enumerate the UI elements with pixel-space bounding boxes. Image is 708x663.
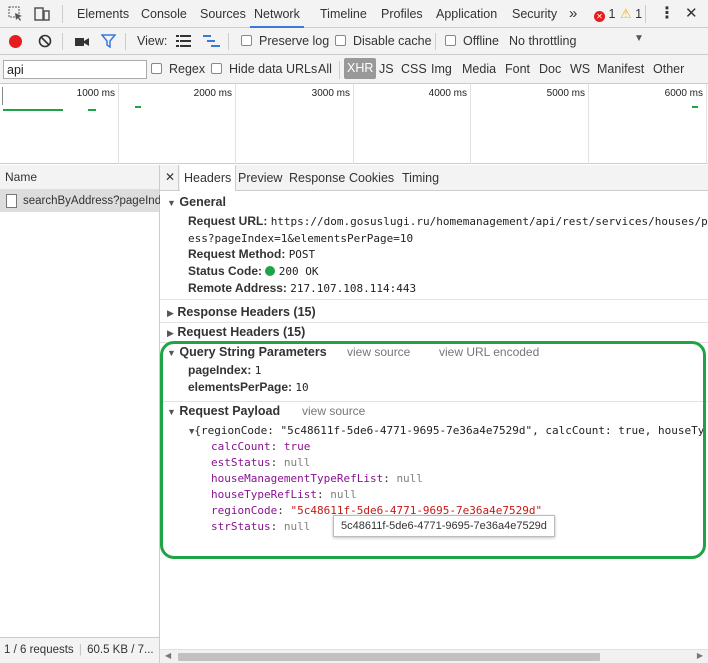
throttling-select[interactable]: No throttling <box>509 34 576 48</box>
tab-console[interactable]: Console <box>141 0 187 28</box>
warning-counter[interactable]: ⚠ 1 <box>620 0 642 28</box>
tab-preview[interactable]: Preview <box>238 165 282 191</box>
tab-headers[interactable]: Headers <box>180 165 237 191</box>
close-devtools-icon[interactable]: ✕ <box>685 0 698 28</box>
type-filter-css[interactable]: CSS <box>401 62 427 76</box>
warning-count: 1 <box>635 7 643 21</box>
close-details-icon[interactable]: ✕ <box>165 170 175 184</box>
response-headers-section-header[interactable]: ▶ Response Headers (15) <box>167 305 316 319</box>
timeline-tick: 1000 ms <box>76 88 115 99</box>
tab-elements[interactable]: Elements <box>77 0 129 28</box>
regex-checkbox[interactable] <box>151 63 162 74</box>
preserve-log-label[interactable]: Preserve log <box>259 34 329 48</box>
chevron-down-icon[interactable]: ▼ <box>634 33 644 44</box>
tab-security[interactable]: Security <box>512 0 557 28</box>
timeline-bar <box>135 106 141 108</box>
type-filter-doc[interactable]: Doc <box>539 62 561 76</box>
hide-data-urls-label[interactable]: Hide data URLs <box>229 62 317 76</box>
error-icon: ✕ <box>594 11 605 22</box>
filter-icon[interactable] <box>100 34 117 51</box>
type-filter-img[interactable]: Img <box>431 62 452 76</box>
timeline-tick: 3000 ms <box>311 88 350 99</box>
request-details: ✕ Headers Preview Response Cookies Timin… <box>160 165 708 663</box>
status-dot-icon <box>265 266 276 276</box>
request-list: Name searchByAddress?pageInd... 1 / 6 re… <box>0 165 171 663</box>
timeline-tick: 5000 ms <box>546 88 585 99</box>
general-section-header[interactable]: ▼ General <box>167 195 226 209</box>
customize-menu-icon[interactable]: ⋮ <box>659 0 675 28</box>
type-filter-other[interactable]: Other <box>653 62 684 76</box>
large-rows-icon[interactable] <box>176 35 191 50</box>
timeline-start-marker <box>2 87 3 105</box>
transfer-size: 60.5 KB / 7... <box>87 644 154 656</box>
collapsed-triangle-icon: ▶ <box>167 328 174 338</box>
request-url-value: https://dom.gosuslugi.ru/homemanagement/… <box>270 215 708 228</box>
filter-input[interactable] <box>3 60 147 79</box>
collapsed-triangle-icon: ▶ <box>167 308 174 318</box>
type-filter-xhr[interactable]: XHR <box>344 58 377 79</box>
type-filter-ws[interactable]: WS <box>570 62 590 76</box>
scroll-left-icon[interactable]: ◀ <box>165 651 171 660</box>
tab-cookies[interactable]: Cookies <box>349 165 394 191</box>
more-tabs-button[interactable]: » <box>569 0 577 28</box>
view-label: View: <box>137 34 168 48</box>
disable-cache-label[interactable]: Disable cache <box>353 34 432 48</box>
highlight-annotation <box>160 341 706 559</box>
devtools-tab-bar: Elements Console Sources Network Timelin… <box>0 0 708 28</box>
remote-address-row: Remote Address: 217.107.108.114:443 <box>188 281 417 295</box>
document-icon <box>6 194 17 208</box>
disable-cache-checkbox[interactable] <box>335 35 346 46</box>
timeline-tick: 6000 ms <box>664 88 703 99</box>
status-code-row: Status Code: 200 OK <box>188 264 319 278</box>
request-url-continued: ess?pageIndex=1&elementsPerPage=10 <box>188 232 414 245</box>
timeline-bar <box>3 109 63 111</box>
expanded-triangle-icon: ▼ <box>167 198 176 208</box>
request-name: searchByAddress?pageInd... <box>23 195 171 207</box>
scrollbar-thumb[interactable] <box>178 653 600 661</box>
timeline-bar <box>692 106 698 108</box>
request-count: 1 / 6 requests <box>4 644 74 656</box>
type-filter-media[interactable]: Media <box>462 62 496 76</box>
tab-sources[interactable]: Sources <box>200 0 246 28</box>
type-filter-all[interactable]: All <box>318 62 332 76</box>
offline-checkbox[interactable] <box>445 35 456 46</box>
scroll-right-icon[interactable]: ▶ <box>697 651 703 660</box>
device-toolbar-icon[interactable] <box>34 0 50 28</box>
inspect-element-icon[interactable] <box>8 0 24 28</box>
tab-profiles[interactable]: Profiles <box>381 0 423 28</box>
request-url-row: Request URL: https://dom.gosuslugi.ru/ho… <box>188 214 708 228</box>
timeline-tick: 2000 ms <box>193 88 232 99</box>
request-method-row: Request Method: POST <box>188 247 316 261</box>
network-overview[interactable]: 1000 ms 2000 ms 3000 ms 4000 ms 5000 ms … <box>0 84 708 164</box>
request-headers-section-header[interactable]: ▶ Request Headers (15) <box>167 325 305 339</box>
record-icon[interactable] <box>9 35 22 48</box>
name-column-header[interactable]: Name <box>0 165 159 190</box>
request-row[interactable]: searchByAddress?pageInd... <box>0 190 171 212</box>
error-count: 1 <box>608 7 616 21</box>
type-filter-manifest[interactable]: Manifest <box>597 62 644 76</box>
detail-tabs: ✕ Headers Preview Response Cookies Timin… <box>160 165 708 191</box>
tab-application[interactable]: Application <box>436 0 497 28</box>
offline-label[interactable]: Offline <box>463 34 499 48</box>
hide-data-urls-checkbox[interactable] <box>211 63 222 74</box>
timeline-bar <box>88 109 96 111</box>
status-bar: 1 / 6 requests | 60.5 KB / 7... <box>0 637 159 663</box>
tab-timeline[interactable]: Timeline <box>320 0 367 28</box>
type-filter-js[interactable]: JS <box>379 62 394 76</box>
timeline-tick: 4000 ms <box>428 88 467 99</box>
tab-response[interactable]: Response <box>289 165 345 191</box>
network-toolbar: View: Preserve log Disable cache Offline… <box>0 28 708 55</box>
error-counter[interactable]: ✕ 1 <box>594 0 615 28</box>
warning-icon: ⚠ <box>620 6 632 21</box>
filter-bar: Regex Hide data URLs All XHR JS CSS Img … <box>0 55 708 84</box>
clear-icon[interactable] <box>38 34 52 51</box>
capture-screenshots-icon[interactable] <box>74 35 90 51</box>
type-filter-font[interactable]: Font <box>505 62 530 76</box>
preserve-log-checkbox[interactable] <box>241 35 252 46</box>
tab-network[interactable]: Network <box>250 0 304 28</box>
horizontal-scrollbar[interactable]: ◀ ▶ <box>160 649 708 663</box>
regex-label[interactable]: Regex <box>169 62 205 76</box>
waterfall-overview-icon[interactable] <box>203 35 220 50</box>
tab-timing[interactable]: Timing <box>402 165 439 191</box>
